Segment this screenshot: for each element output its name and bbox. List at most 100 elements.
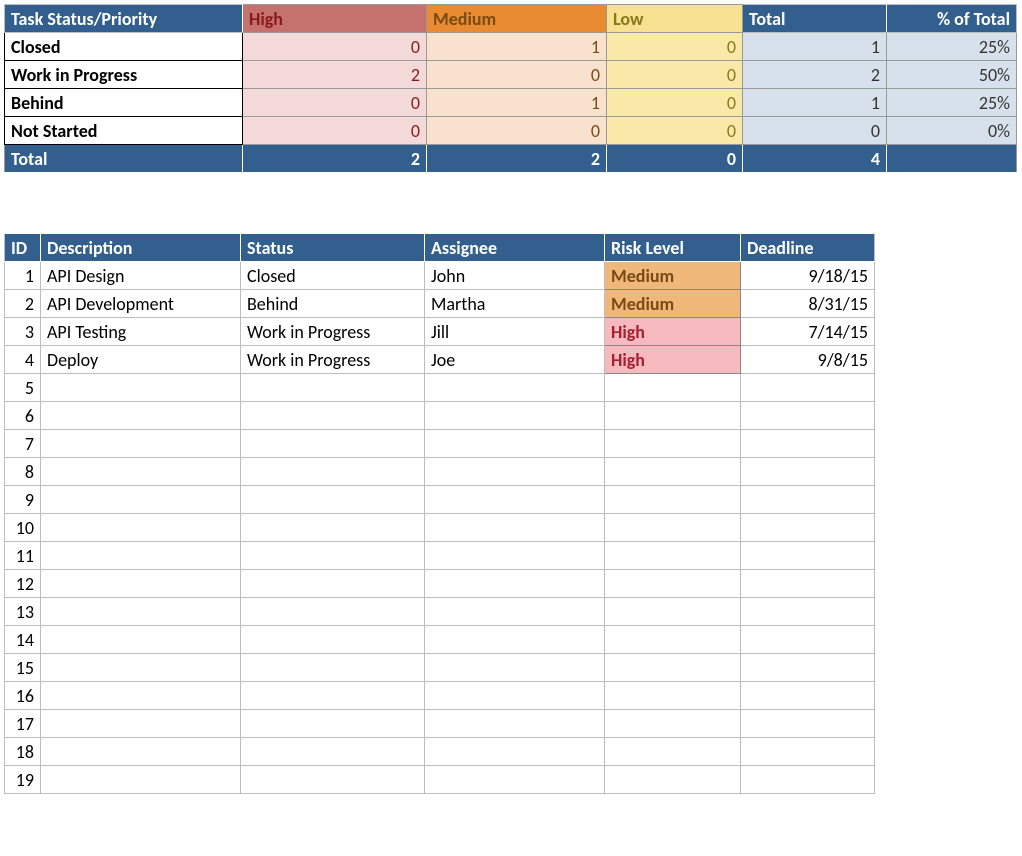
task-desc[interactable] — [41, 766, 241, 794]
task-risk[interactable] — [605, 374, 741, 402]
task-deadline[interactable] — [741, 654, 875, 682]
task-status[interactable] — [241, 542, 425, 570]
task-risk[interactable]: High — [605, 318, 741, 346]
task-risk[interactable] — [605, 654, 741, 682]
cell-medium[interactable]: 1 — [427, 33, 607, 61]
cell-pct[interactable]: 50% — [887, 61, 1017, 89]
task-id[interactable]: 4 — [5, 346, 41, 374]
task-deadline[interactable] — [741, 766, 875, 794]
task-assignee[interactable] — [425, 542, 605, 570]
task-status[interactable] — [241, 766, 425, 794]
task-status[interactable]: Behind — [241, 290, 425, 318]
task-desc[interactable] — [41, 430, 241, 458]
task-risk[interactable]: High — [605, 346, 741, 374]
task-assignee[interactable] — [425, 514, 605, 542]
task-assignee[interactable] — [425, 654, 605, 682]
task-id[interactable]: 6 — [5, 402, 41, 430]
task-assignee[interactable] — [425, 598, 605, 626]
task-assignee[interactable] — [425, 626, 605, 654]
task-deadline[interactable] — [741, 598, 875, 626]
task-desc[interactable] — [41, 682, 241, 710]
task-id[interactable]: 14 — [5, 626, 41, 654]
task-assignee[interactable] — [425, 486, 605, 514]
task-assignee[interactable] — [425, 458, 605, 486]
task-id[interactable]: 13 — [5, 598, 41, 626]
task-risk[interactable]: Medium — [605, 290, 741, 318]
task-assignee[interactable]: Martha — [425, 290, 605, 318]
task-id[interactable]: 10 — [5, 514, 41, 542]
task-id[interactable]: 9 — [5, 486, 41, 514]
task-id[interactable]: 17 — [5, 710, 41, 738]
cell-high[interactable]: 0 — [243, 33, 427, 61]
task-status[interactable] — [241, 654, 425, 682]
task-assignee[interactable] — [425, 766, 605, 794]
cell-total[interactable]: 1 — [743, 33, 887, 61]
cell-total[interactable]: 0 — [743, 117, 887, 145]
task-deadline[interactable] — [741, 626, 875, 654]
task-risk[interactable] — [605, 626, 741, 654]
task-status[interactable]: Work in Progress — [241, 318, 425, 346]
cell-total[interactable]: 2 — [743, 61, 887, 89]
cell-pct[interactable]: 0% — [887, 117, 1017, 145]
task-desc[interactable] — [41, 626, 241, 654]
task-deadline[interactable] — [741, 402, 875, 430]
cell-low[interactable]: 0 — [607, 61, 743, 89]
task-risk[interactable] — [605, 458, 741, 486]
task-id[interactable]: 15 — [5, 654, 41, 682]
task-status[interactable]: Work in Progress — [241, 346, 425, 374]
cell-medium[interactable]: 0 — [427, 117, 607, 145]
task-status[interactable] — [241, 430, 425, 458]
task-deadline[interactable] — [741, 430, 875, 458]
cell-high[interactable]: 0 — [243, 89, 427, 117]
cell-high[interactable]: 0 — [243, 117, 427, 145]
task-id[interactable]: 8 — [5, 458, 41, 486]
cell-low[interactable]: 0 — [607, 33, 743, 61]
task-status[interactable] — [241, 598, 425, 626]
task-desc[interactable]: API Development — [41, 290, 241, 318]
task-id[interactable]: 12 — [5, 570, 41, 598]
task-id[interactable]: 7 — [5, 430, 41, 458]
cell-medium[interactable]: 0 — [427, 61, 607, 89]
task-status[interactable] — [241, 402, 425, 430]
task-id[interactable]: 1 — [5, 262, 41, 290]
task-id[interactable]: 16 — [5, 682, 41, 710]
task-assignee[interactable] — [425, 374, 605, 402]
task-risk[interactable] — [605, 514, 741, 542]
task-status[interactable] — [241, 486, 425, 514]
task-risk[interactable] — [605, 570, 741, 598]
task-status[interactable] — [241, 570, 425, 598]
task-assignee[interactable] — [425, 710, 605, 738]
task-status[interactable] — [241, 374, 425, 402]
task-desc[interactable] — [41, 374, 241, 402]
task-assignee[interactable] — [425, 682, 605, 710]
task-status[interactable] — [241, 710, 425, 738]
task-desc[interactable] — [41, 738, 241, 766]
task-id[interactable]: 11 — [5, 542, 41, 570]
task-assignee[interactable]: Jill — [425, 318, 605, 346]
task-desc[interactable]: API Design — [41, 262, 241, 290]
task-risk[interactable] — [605, 402, 741, 430]
task-desc[interactable] — [41, 542, 241, 570]
task-desc[interactable]: API Testing — [41, 318, 241, 346]
task-deadline[interactable]: 7/14/15 — [741, 318, 875, 346]
task-desc[interactable] — [41, 570, 241, 598]
task-desc[interactable] — [41, 598, 241, 626]
task-assignee[interactable]: John — [425, 262, 605, 290]
task-deadline[interactable]: 8/31/15 — [741, 290, 875, 318]
task-deadline[interactable] — [741, 374, 875, 402]
task-risk[interactable] — [605, 738, 741, 766]
task-deadline[interactable] — [741, 682, 875, 710]
task-assignee[interactable]: Joe — [425, 346, 605, 374]
cell-high[interactable]: 2 — [243, 61, 427, 89]
task-status[interactable] — [241, 682, 425, 710]
task-deadline[interactable] — [741, 710, 875, 738]
task-risk[interactable]: Medium — [605, 262, 741, 290]
cell-low[interactable]: 0 — [607, 89, 743, 117]
task-desc[interactable] — [41, 486, 241, 514]
cell-low[interactable]: 0 — [607, 117, 743, 145]
task-assignee[interactable] — [425, 738, 605, 766]
task-id[interactable]: 3 — [5, 318, 41, 346]
task-desc[interactable] — [41, 458, 241, 486]
task-deadline[interactable] — [741, 458, 875, 486]
task-risk[interactable] — [605, 710, 741, 738]
